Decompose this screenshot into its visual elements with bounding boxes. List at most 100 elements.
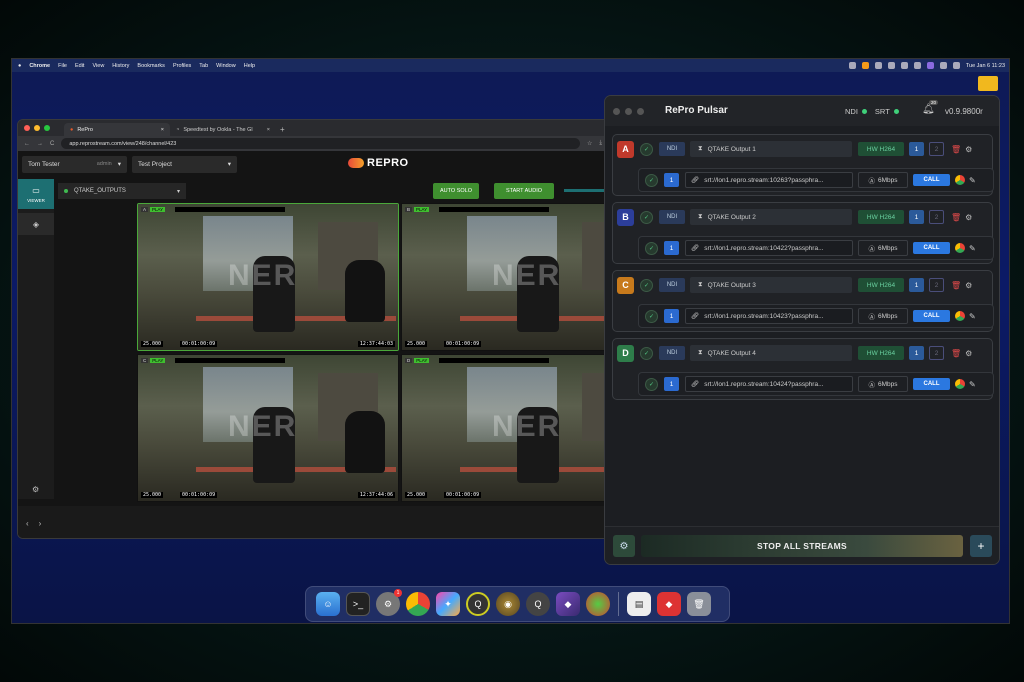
bell-icon[interactable]: 🔔︎ <box>922 104 935 115</box>
pencil-icon[interactable]: ✎ <box>969 244 976 253</box>
menubar-app-name[interactable]: Chrome <box>29 63 50 69</box>
settings-button[interactable]: ⚙ <box>613 535 635 557</box>
channel-2-button[interactable]: 2 <box>929 346 944 360</box>
menu-help[interactable]: Help <box>244 63 255 69</box>
gear-icon[interactable]: ⚙ <box>965 145 972 154</box>
project-select[interactable]: Test Project ▾ <box>132 155 237 173</box>
orange-status-icon[interactable] <box>861 62 869 69</box>
ndi-badge[interactable]: NDI <box>659 278 685 292</box>
forward-icon[interactable]: → <box>37 141 43 147</box>
pencil-icon[interactable]: ✎ <box>969 380 976 389</box>
menu-file[interactable]: File <box>58 63 67 69</box>
minimize-window-button[interactable] <box>34 125 40 131</box>
output-select[interactable]: QTAKE_OUTPUTS ▾ <box>58 183 186 199</box>
purple-status-icon[interactable] <box>926 62 934 69</box>
enable-check-icon[interactable]: ✓ <box>645 173 658 187</box>
source-select[interactable]: ⧗ QTAKE Output 2 <box>690 209 852 225</box>
zoom-window-button[interactable] <box>637 108 644 115</box>
menu-tab[interactable]: Tab <box>199 63 208 69</box>
destination-index[interactable]: 1 <box>664 377 679 391</box>
source-select[interactable]: ⧗ QTAKE Output 1 <box>690 141 852 157</box>
bitrate-select[interactable]: Ⓐ 6Mbps <box>858 308 908 324</box>
reload-icon[interactable]: C <box>50 141 54 147</box>
settings-icon[interactable]: ⚙ <box>32 485 39 494</box>
channel-2-button[interactable]: 2 <box>929 278 944 292</box>
reel-icon[interactable]: ◉ <box>496 592 520 616</box>
desktop-folder-icon[interactable] <box>978 76 998 91</box>
destination-index[interactable]: 1 <box>664 241 679 255</box>
bitrate-select[interactable]: Ⓐ 6Mbps <box>858 240 908 256</box>
enable-check-icon[interactable]: ✓ <box>645 309 658 323</box>
enable-check-icon[interactable]: ✓ <box>645 377 658 391</box>
zoom-window-button[interactable] <box>44 125 50 131</box>
trash-icon[interactable]: 🗑︎ <box>951 145 961 154</box>
srt-url-field[interactable]: 🔗︎ srt://lon1.repro.stream:10263?passphr… <box>685 172 853 188</box>
new-tab-button[interactable]: + <box>280 125 285 136</box>
close-tab-icon[interactable]: × <box>161 127 164 133</box>
source-select[interactable]: ⧗ QTAKE Output 4 <box>690 345 852 361</box>
call-button[interactable]: CALL <box>913 378 950 390</box>
control-center-icon[interactable] <box>952 62 960 69</box>
channel-2-button[interactable]: 2 <box>929 142 944 156</box>
channel-1-button[interactable]: 1 <box>909 278 924 292</box>
url-input[interactable]: app.reprostream.com/view/248/channel/423 <box>61 138 580 149</box>
auto-solo-button[interactable]: AUTO SOLO <box>433 183 479 199</box>
sidebar-item-viewer[interactable]: ▭ VIEWER <box>18 179 54 209</box>
tab-repro[interactable]: ● RePro × <box>64 123 170 136</box>
menu-profiles[interactable]: Profiles <box>173 63 191 69</box>
finder-icon[interactable]: ☺ <box>316 592 340 616</box>
menu-view[interactable]: View <box>92 63 104 69</box>
back-icon[interactable]: ← <box>24 141 30 147</box>
gear-icon[interactable]: ⚙ <box>965 213 972 222</box>
channel-1-button[interactable]: 1 <box>909 346 924 360</box>
encoder-badge[interactable]: HW H264 <box>858 278 904 292</box>
cube-app-icon[interactable]: ◆ <box>556 592 580 616</box>
close-tab-icon[interactable]: × <box>267 127 270 133</box>
apple-icon[interactable]: ● <box>18 63 21 69</box>
minimize-window-button[interactable] <box>625 108 632 115</box>
bitrate-select[interactable]: Ⓐ 6Mbps <box>858 376 908 392</box>
status-icon[interactable] <box>900 62 908 69</box>
enable-check-icon[interactable]: ✓ <box>640 346 653 360</box>
bitrate-select[interactable]: Ⓐ 6Mbps <box>858 172 908 188</box>
ndi-badge[interactable]: NDI <box>659 142 685 156</box>
menubar-clock[interactable]: Tue Jan 6 11:23 <box>966 63 1005 69</box>
tab-speedtest[interactable]: ◔ Speedtest by Ookla - The Gl × <box>170 123 276 136</box>
call-button[interactable]: CALL <box>913 310 950 322</box>
qtake-icon[interactable]: Q <box>466 592 490 616</box>
enable-check-icon[interactable]: ✓ <box>640 278 653 292</box>
browser-icon[interactable] <box>955 175 965 185</box>
bookmark-star-icon[interactable]: ☆ <box>587 140 592 147</box>
status-icon[interactable] <box>848 62 856 69</box>
call-button[interactable]: CALL <box>913 174 950 186</box>
pencil-icon[interactable]: ✎ <box>969 176 976 185</box>
encoder-badge[interactable]: HW H264 <box>858 346 904 360</box>
browser-icon[interactable] <box>955 379 965 389</box>
destination-index[interactable]: 1 <box>664 309 679 323</box>
enable-check-icon[interactable]: ✓ <box>640 142 653 156</box>
video-tile-b[interactable]: NER B PLAY 25.000 00:01:00:09 <box>401 203 608 351</box>
pencil-icon[interactable]: ✎ <box>969 312 976 321</box>
pulsar-app-icon[interactable] <box>586 592 610 616</box>
add-output-button[interactable]: + <box>970 535 992 557</box>
document-icon[interactable]: ▤ <box>627 592 651 616</box>
anydesk-icon[interactable]: ◆ <box>657 592 681 616</box>
gear-icon[interactable]: ⚙ <box>965 281 972 290</box>
trash-icon[interactable]: 🗑︎ <box>951 213 961 222</box>
video-tile-a[interactable]: NER A PLAY 25.000 00:01:00:09 12:37:44:0… <box>137 203 399 351</box>
trash-icon[interactable]: 🗑︎ <box>687 592 711 616</box>
ndi-badge[interactable]: NDI <box>659 346 685 360</box>
final-cut-icon[interactable]: ✦ <box>436 592 460 616</box>
gear-icon[interactable]: ⚙ <box>965 349 972 358</box>
system-settings-icon[interactable]: ⚙ 1 <box>376 589 402 616</box>
menu-edit[interactable]: Edit <box>75 63 84 69</box>
enable-check-icon[interactable]: ✓ <box>645 241 658 255</box>
menu-window[interactable]: Window <box>216 63 236 69</box>
start-audio-button[interactable]: START AUDIO <box>494 183 554 199</box>
download-icon[interactable]: ⤓ <box>599 140 602 147</box>
channel-2-button[interactable]: 2 <box>929 210 944 224</box>
next-icon[interactable]: › <box>39 519 42 528</box>
terminal-icon[interactable]: >_ <box>346 592 370 616</box>
close-window-button[interactable] <box>24 125 30 131</box>
trash-icon[interactable]: 🗑︎ <box>951 281 961 290</box>
